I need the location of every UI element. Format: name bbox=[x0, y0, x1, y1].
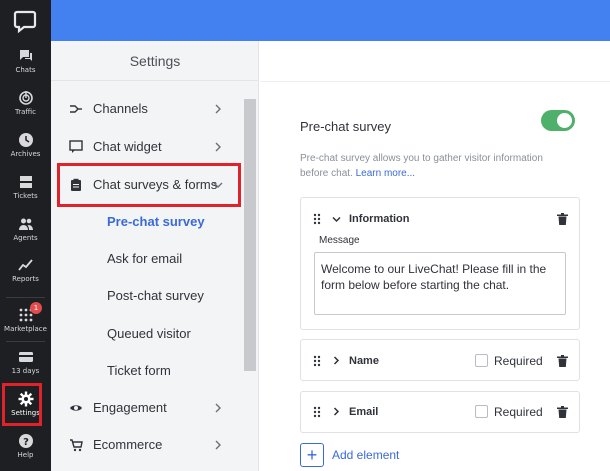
add-element-button[interactable]: + Add element bbox=[300, 443, 399, 467]
archives-icon bbox=[18, 133, 33, 147]
tickets-icon bbox=[19, 176, 32, 188]
rail-item-billing[interactable]: 13 days bbox=[0, 347, 51, 387]
rail-label: Chats bbox=[15, 66, 36, 74]
card-title: Name bbox=[349, 355, 379, 367]
nav-item-chat-widget[interactable]: Chat widget bbox=[51, 128, 241, 165]
pre-chat-survey-toggle[interactable] bbox=[541, 110, 575, 131]
chats-icon bbox=[19, 50, 32, 61]
card-title: Information bbox=[349, 213, 410, 225]
nav-label: Channels bbox=[93, 101, 148, 116]
top-header-bar bbox=[51, 0, 610, 41]
rail-label: Agents bbox=[13, 234, 38, 242]
rail-item-chats[interactable]: Chats bbox=[0, 46, 51, 86]
settings-sidebar: Settings Channels Chat widget Chat surve… bbox=[51, 41, 259, 471]
rail-item-archives[interactable]: Archives bbox=[0, 130, 51, 170]
rail-label: Help bbox=[17, 451, 34, 459]
rail-label: Traffic bbox=[14, 108, 37, 116]
traffic-icon bbox=[18, 91, 33, 105]
header-divider bbox=[260, 81, 610, 82]
drag-handle-icon[interactable] bbox=[313, 406, 321, 418]
rail-label: Marketplace bbox=[4, 325, 47, 333]
help-icon: ? bbox=[18, 434, 33, 448]
channels-icon bbox=[70, 104, 82, 113]
nav-item-ecommerce[interactable]: Ecommerce bbox=[51, 426, 241, 463]
trash-icon[interactable] bbox=[557, 406, 568, 418]
rail-label: 13 days bbox=[11, 367, 40, 375]
nav-item-channels[interactable]: Channels bbox=[51, 90, 241, 127]
trash-icon[interactable] bbox=[557, 355, 568, 367]
chevron-down-icon[interactable] bbox=[332, 215, 341, 224]
subnav-ticket-form[interactable]: Ticket form bbox=[107, 363, 171, 378]
rail-item-marketplace[interactable]: 1 Marketplace bbox=[0, 302, 51, 345]
message-textarea[interactable]: Welcome to our LiveChat! Please fill in … bbox=[314, 252, 566, 315]
sidebar-scrollbar[interactable] bbox=[244, 99, 256, 371]
svg-text:?: ? bbox=[23, 437, 29, 448]
billing-icon bbox=[18, 352, 33, 362]
agents-icon bbox=[18, 218, 33, 230]
message-label: Message bbox=[319, 235, 360, 246]
subnav-post-chat-survey[interactable]: Post-chat survey bbox=[107, 288, 204, 303]
reports-icon bbox=[17, 259, 33, 271]
form-element-card: Information Message Welcome to our LiveC… bbox=[300, 197, 580, 330]
form-element-card: Email Required bbox=[300, 391, 580, 433]
cart-icon bbox=[70, 438, 83, 451]
required-label: Required bbox=[494, 405, 543, 419]
nav-item-engagement[interactable]: Engagement bbox=[51, 389, 241, 426]
nav-label: Ecommerce bbox=[93, 437, 163, 452]
add-element-label: Add element bbox=[332, 448, 400, 462]
rail-item-help[interactable]: ? Help bbox=[0, 431, 51, 471]
chevron-right-icon bbox=[215, 142, 221, 151]
nav-label: Chat widget bbox=[93, 139, 162, 154]
rail-label: Reports bbox=[12, 275, 39, 283]
required-label: Required bbox=[494, 354, 543, 368]
subnav-ask-for-email[interactable]: Ask for email bbox=[107, 251, 182, 266]
rail-label: Tickets bbox=[13, 192, 38, 200]
subnav-queued-visitor[interactable]: Queued visitor bbox=[107, 326, 191, 341]
drag-handle-icon[interactable] bbox=[313, 213, 321, 225]
settings-title: Settings bbox=[51, 41, 259, 81]
chat-surveys-highlight-box bbox=[57, 163, 241, 207]
form-element-card: Name Required bbox=[300, 339, 580, 381]
rail-divider bbox=[6, 341, 45, 342]
plus-icon: + bbox=[300, 443, 324, 467]
main-content: Pre-chat survey Pre-chat survey allows y… bbox=[260, 41, 610, 471]
chat-widget-icon bbox=[69, 139, 83, 153]
required-checkbox[interactable] bbox=[475, 405, 488, 418]
chevron-right-icon[interactable] bbox=[332, 356, 341, 365]
subnav-pre-chat-survey[interactable]: Pre-chat survey bbox=[107, 214, 205, 229]
rail-divider bbox=[6, 297, 45, 298]
rail-item-traffic[interactable]: Traffic bbox=[0, 88, 51, 128]
rail-label: Archives bbox=[10, 150, 41, 158]
required-checkbox[interactable] bbox=[475, 354, 488, 367]
toggle-knob bbox=[557, 113, 572, 128]
nav-label: Engagement bbox=[93, 400, 167, 415]
settings-highlight-box bbox=[2, 383, 42, 426]
rail-item-tickets[interactable]: Tickets bbox=[0, 172, 51, 212]
chevron-right-icon bbox=[215, 403, 221, 412]
notification-badge: 1 bbox=[30, 302, 42, 314]
chevron-right-icon bbox=[215, 104, 221, 113]
card-title: Email bbox=[349, 406, 379, 418]
description-text: Pre-chat survey allows you to gather vis… bbox=[300, 153, 543, 179]
trash-icon[interactable] bbox=[557, 213, 568, 225]
rail-item-agents[interactable]: Agents bbox=[0, 214, 51, 254]
chevron-right-icon bbox=[215, 440, 221, 449]
chevron-right-icon[interactable] bbox=[332, 407, 341, 416]
drag-handle-icon[interactable] bbox=[313, 355, 321, 367]
page-title: Pre-chat survey bbox=[300, 119, 392, 134]
eye-icon bbox=[70, 404, 82, 411]
survey-description: Pre-chat survey allows you to gather vis… bbox=[300, 151, 570, 181]
rail-item-reports[interactable]: Reports bbox=[0, 255, 51, 295]
livechat-logo-icon[interactable] bbox=[12, 8, 38, 34]
learn-more-link[interactable]: Learn more... bbox=[356, 168, 415, 179]
left-rail: Chats Traffic Archives Tickets Agents Re… bbox=[0, 0, 51, 471]
app-window: Chats Traffic Archives Tickets Agents Re… bbox=[0, 0, 610, 471]
